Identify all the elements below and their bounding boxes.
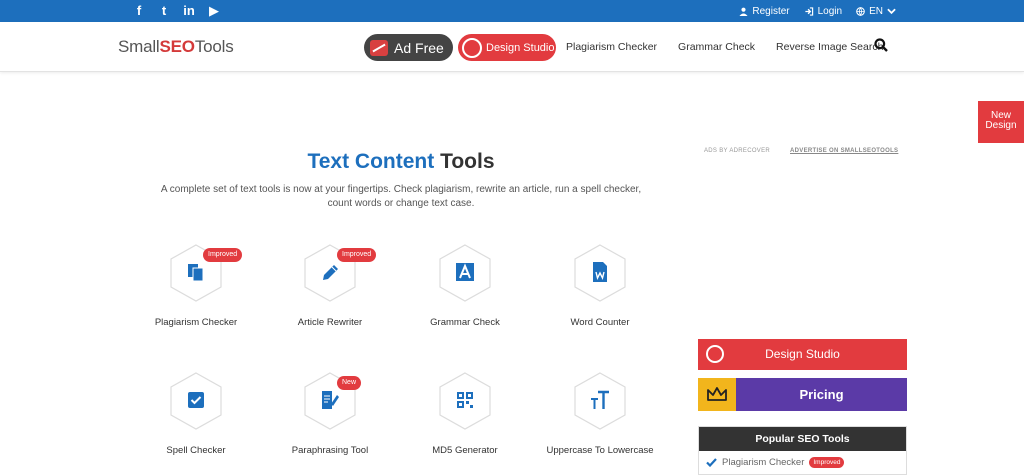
title-part2: Tools xyxy=(440,150,495,173)
tool-hexagon xyxy=(167,372,225,430)
tool-badge: New xyxy=(337,376,362,390)
tool-hexagon: Improved xyxy=(301,244,377,302)
popular-item-badge: Improved xyxy=(809,457,845,468)
tool-hexagon xyxy=(436,372,494,430)
facebook-icon[interactable]: f xyxy=(131,3,147,19)
social-links: f t in ▶ xyxy=(131,3,222,19)
checkbox-icon xyxy=(188,392,204,408)
page-subtitle: A complete set of text tools is now at y… xyxy=(160,183,642,211)
tool-card-article-rewriter[interactable]: Improved Article Rewriter xyxy=(270,244,390,329)
tool-badge: Improved xyxy=(337,248,377,262)
tool-card-uppercase-to-lowercase[interactable]: Uppercase To Lowercase xyxy=(540,372,660,457)
ads-by-label: ADS BY ADRECOVER xyxy=(704,148,771,154)
popular-seo-tools-box: Popular SEO Tools Plagiarism Checker Imp… xyxy=(698,426,907,475)
edit-document-icon xyxy=(322,391,339,409)
globe-icon xyxy=(856,6,865,16)
tool-label: Grammar Check xyxy=(430,317,500,328)
page-title: Text Content Tools xyxy=(160,150,642,174)
tool-label: Spell Checker xyxy=(166,445,226,456)
tool-hexagon xyxy=(571,372,629,430)
nav-link-reverse-image-search[interactable]: Reverse Image Search xyxy=(776,41,883,53)
qr-code-icon xyxy=(457,392,473,408)
design-studio-icon xyxy=(462,37,482,58)
sign-in-icon xyxy=(805,6,813,16)
register-link[interactable]: Register xyxy=(739,5,790,17)
text-case-icon xyxy=(591,390,609,409)
search-icon[interactable] xyxy=(874,38,888,52)
tool-label: Word Counter xyxy=(570,317,630,328)
tool-hexagon: Improved xyxy=(167,244,243,302)
site-logo[interactable]: SmallSEOTools xyxy=(118,37,234,57)
new-design-line2: Design xyxy=(985,120,1017,131)
login-link[interactable]: Login xyxy=(804,6,842,17)
tool-card-spell-checker[interactable]: Spell Checker xyxy=(136,372,256,457)
tool-hexagon xyxy=(436,244,494,302)
youtube-icon[interactable]: ▶ xyxy=(206,3,222,19)
tool-card-word-counter[interactable]: Word Counter xyxy=(540,244,660,329)
subtitle-line2: count words or change text case. xyxy=(327,198,475,209)
tool-badge: Improved xyxy=(203,248,243,262)
sidebar-design-studio-button[interactable]: Design Studio xyxy=(698,339,907,370)
nav-links: Plagiarism Checker Grammar Check Reverse… xyxy=(566,22,883,72)
tool-card-paraphrasing-tool[interactable]: New Paraphrasing Tool xyxy=(270,372,390,457)
tool-label: Uppercase To Lowercase xyxy=(546,445,654,456)
login-label: Login xyxy=(817,5,843,17)
popular-item[interactable]: Plagiarism Checker Improved xyxy=(706,457,845,468)
register-label: Register xyxy=(752,5,790,17)
twitter-icon[interactable]: t xyxy=(156,3,172,19)
ad-free-button[interactable]: Ad Free xyxy=(364,34,453,61)
word-document-icon xyxy=(593,262,607,282)
popular-title: Popular SEO Tools xyxy=(699,427,906,451)
check-icon xyxy=(706,458,717,467)
design-studio-label: Design Studio xyxy=(486,41,555,54)
linkedin-icon[interactable]: in xyxy=(181,3,197,19)
tool-hexagon: New xyxy=(301,372,362,430)
ad-free-label: Ad Free xyxy=(394,39,444,56)
tool-card-plagiarism-checker[interactable]: Improved Plagiarism Checker xyxy=(136,244,256,329)
popular-item-label: Plagiarism Checker xyxy=(722,457,805,468)
sidebar-design-studio-label: Design Studio xyxy=(765,347,840,361)
chevron-down-icon xyxy=(887,8,896,14)
language-selector[interactable]: EN xyxy=(856,6,896,17)
top-bar: f t in ▶ Register Login EN xyxy=(0,0,1024,22)
tool-label: Paraphrasing Tool xyxy=(291,445,369,456)
letter-a-icon xyxy=(456,263,474,281)
crown-icon xyxy=(707,387,727,401)
subtitle-line1: A complete set of text tools is now at y… xyxy=(160,184,642,195)
account-links: Register Login EN xyxy=(739,0,896,22)
tool-label: MD5 Generator xyxy=(432,445,498,456)
tool-card-md5-generator[interactable]: MD5 Generator xyxy=(405,372,525,457)
title-part1: Text Content xyxy=(307,150,435,173)
language-label: EN xyxy=(869,5,883,17)
tool-label: Article Rewriter xyxy=(297,317,363,328)
user-icon xyxy=(739,7,748,16)
tool-hexagon xyxy=(571,244,629,302)
logo-small-text: Small xyxy=(118,37,160,56)
design-studio-button[interactable]: Design Studio xyxy=(458,34,556,61)
main-nav: SmallSEOTools Ad Free Design Studio Plag… xyxy=(0,22,1024,72)
pencil-icon xyxy=(323,265,338,280)
new-design-tab[interactable]: New Design xyxy=(978,101,1024,143)
logo-seo-text: SEO xyxy=(159,37,196,56)
no-ads-icon xyxy=(370,39,388,56)
tool-label: Plagiarism Checker xyxy=(154,317,238,328)
logo-tools-text: Tools xyxy=(194,37,234,56)
nav-link-plagiarism-checker[interactable]: Plagiarism Checker xyxy=(566,41,657,53)
nav-link-grammar-check[interactable]: Grammar Check xyxy=(678,41,755,53)
documents-icon xyxy=(188,264,204,282)
sidebar-pricing-label: Pricing xyxy=(799,387,844,402)
sidebar-pricing-button[interactable]: Pricing xyxy=(698,378,907,411)
tool-card-grammar-check[interactable]: Grammar Check xyxy=(405,244,525,329)
crown-icon-box xyxy=(698,378,736,411)
advertise-link[interactable]: ADVERTISE ON SMALLSEOTOOLS xyxy=(790,148,898,154)
